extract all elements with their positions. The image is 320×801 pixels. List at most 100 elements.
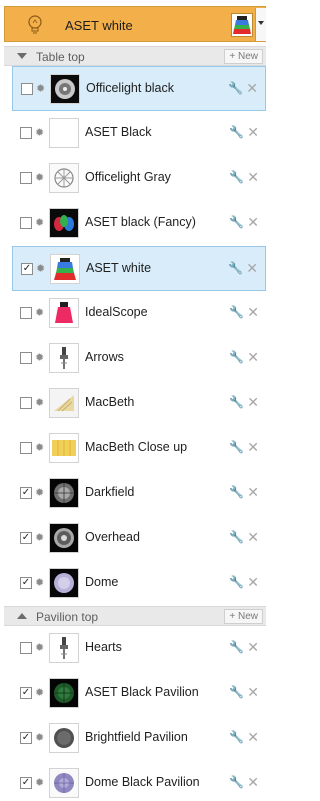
wrench-icon[interactable]: 🔧 xyxy=(229,170,244,184)
section-pavilion-top[interactable]: Pavilion top + New xyxy=(4,606,266,626)
pin-icon[interactable]: ✹ xyxy=(35,641,44,654)
wrench-icon[interactable]: 🔧 xyxy=(229,775,244,789)
pin-icon[interactable]: ✹ xyxy=(35,486,44,499)
pin-icon[interactable]: ✹ xyxy=(35,686,44,699)
close-icon[interactable]: ✕ xyxy=(247,394,259,411)
wrench-icon[interactable]: 🔧 xyxy=(229,440,244,454)
close-icon[interactable]: ✕ xyxy=(247,304,259,321)
list-item[interactable]: ✹ ASET Black 🔧 ✕ xyxy=(12,111,266,156)
row-checkbox[interactable] xyxy=(20,307,32,319)
close-icon[interactable]: ✕ xyxy=(246,80,258,97)
expand-chevron-icon xyxy=(17,613,27,619)
item-label: ASET Black xyxy=(85,125,152,139)
close-icon[interactable]: ✕ xyxy=(247,439,259,456)
close-icon[interactable]: ✕ xyxy=(247,729,259,746)
pin-icon[interactable]: ✹ xyxy=(35,731,44,744)
list-item[interactable]: ✓ ✹ ASET white 🔧 ✕ xyxy=(12,246,266,291)
row-checkbox[interactable]: ✓ xyxy=(20,777,32,789)
item-label: ASET white xyxy=(86,261,152,275)
close-icon[interactable]: ✕ xyxy=(247,349,259,366)
new-table-top-button[interactable]: + New xyxy=(224,49,263,64)
close-icon[interactable]: ✕ xyxy=(246,260,258,277)
wrench-icon[interactable]: 🔧 xyxy=(229,640,244,654)
pin-icon[interactable]: ✹ xyxy=(35,576,44,589)
wrench-icon[interactable]: 🔧 xyxy=(228,81,243,95)
wrench-icon[interactable]: 🔧 xyxy=(229,685,244,699)
pin-icon[interactable]: ✹ xyxy=(36,262,45,275)
pin-icon[interactable]: ✹ xyxy=(35,441,44,454)
dome-thumbnail xyxy=(49,568,79,598)
close-icon[interactable]: ✕ xyxy=(247,169,259,186)
row-checkbox[interactable]: ✓ xyxy=(20,532,32,544)
row-checkbox[interactable] xyxy=(20,172,32,184)
item-label: Brightfield Pavilion xyxy=(85,730,188,744)
row-checkbox[interactable] xyxy=(21,83,33,95)
chevron-down-icon[interactable] xyxy=(255,8,266,41)
close-icon[interactable]: ✕ xyxy=(247,214,259,231)
pin-icon[interactable]: ✹ xyxy=(35,396,44,409)
wrench-icon[interactable]: 🔧 xyxy=(229,485,244,499)
row-checkbox[interactable] xyxy=(20,442,32,454)
list-item[interactable]: ✓ ✹ ASET Black Pavilion 🔧 ✕ xyxy=(12,671,266,716)
list-item[interactable]: ✓ ✹ Dome 🔧 ✕ xyxy=(12,561,266,606)
list-item[interactable]: ✹ MacBeth 🔧 ✕ xyxy=(12,381,266,426)
section-table-top[interactable]: Table top + New xyxy=(4,46,266,66)
row-checkbox[interactable]: ✓ xyxy=(20,487,32,499)
macbeth-close-up-thumbnail xyxy=(49,433,79,463)
list-item[interactable]: ✹ Hearts 🔧 ✕ xyxy=(12,626,266,671)
list-item[interactable]: ✓ ✹ Overhead 🔧 ✕ xyxy=(12,516,266,561)
aset-fancy-thumbnail xyxy=(49,208,79,238)
new-pavilion-top-button[interactable]: + New xyxy=(224,609,263,624)
wrench-icon[interactable]: 🔧 xyxy=(229,350,244,364)
pin-icon[interactable]: ✹ xyxy=(35,531,44,544)
wrench-icon[interactable]: 🔧 xyxy=(229,215,244,229)
list-item[interactable]: ✹ IdealScope 🔧 ✕ xyxy=(12,291,266,336)
row-checkbox[interactable]: ✓ xyxy=(21,263,33,275)
pin-icon[interactable]: ✹ xyxy=(36,82,45,95)
row-checkbox[interactable]: ✓ xyxy=(20,687,32,699)
row-checkbox[interactable] xyxy=(20,127,32,139)
row-checkbox[interactable] xyxy=(20,397,32,409)
row-checkbox[interactable] xyxy=(20,642,32,654)
row-checkbox[interactable] xyxy=(20,217,32,229)
current-lighting-title: ASET white xyxy=(65,18,133,33)
pin-icon[interactable]: ✹ xyxy=(35,126,44,139)
wrench-icon[interactable]: 🔧 xyxy=(229,395,244,409)
current-lighting-dropdown[interactable]: ASET white xyxy=(4,6,266,42)
pin-icon[interactable]: ✹ xyxy=(35,306,44,319)
close-icon[interactable]: ✕ xyxy=(247,574,259,591)
pin-icon[interactable]: ✹ xyxy=(35,216,44,229)
row-checkbox[interactable]: ✓ xyxy=(20,577,32,589)
close-icon[interactable]: ✕ xyxy=(247,684,259,701)
row-checkbox[interactable]: ✓ xyxy=(20,732,32,744)
close-icon[interactable]: ✕ xyxy=(247,774,259,791)
idealscope-thumbnail xyxy=(49,298,79,328)
close-icon[interactable]: ✕ xyxy=(247,484,259,501)
close-icon[interactable]: ✕ xyxy=(247,639,259,656)
wrench-icon[interactable]: 🔧 xyxy=(228,261,243,275)
collapse-chevron-icon xyxy=(17,53,27,59)
list-item[interactable]: ✹ Officelight Gray 🔧 ✕ xyxy=(12,156,266,201)
list-item[interactable]: ✓ ✹ Dome Black Pavilion 🔧 ✕ xyxy=(12,761,266,801)
list-item[interactable]: ✹ Arrows 🔧 ✕ xyxy=(12,336,266,381)
wrench-icon[interactable]: 🔧 xyxy=(229,125,244,139)
pin-icon[interactable]: ✹ xyxy=(35,776,44,789)
list-item[interactable]: ✹ MacBeth Close up 🔧 ✕ xyxy=(12,426,266,471)
item-label: MacBeth xyxy=(85,395,135,409)
close-icon[interactable]: ✕ xyxy=(247,529,259,546)
list-item[interactable]: ✓ ✹ Brightfield Pavilion 🔧 ✕ xyxy=(12,716,266,761)
pin-icon[interactable]: ✹ xyxy=(35,171,44,184)
aset-black-thumbnail xyxy=(49,118,79,148)
pin-icon[interactable]: ✹ xyxy=(35,351,44,364)
list-item[interactable]: ✹ ASET black (Fancy) 🔧 ✕ xyxy=(12,201,266,246)
wrench-icon[interactable]: 🔧 xyxy=(229,730,244,744)
row-checkbox[interactable] xyxy=(20,352,32,364)
darkfield-thumbnail xyxy=(49,478,79,508)
wrench-icon[interactable]: 🔧 xyxy=(229,575,244,589)
close-icon[interactable]: ✕ xyxy=(247,124,259,141)
section-label: Pavilion top xyxy=(36,610,99,624)
list-item[interactable]: ✹ Officelight black 🔧 ✕ xyxy=(12,66,266,111)
wrench-icon[interactable]: 🔧 xyxy=(229,305,244,319)
wrench-icon[interactable]: 🔧 xyxy=(229,530,244,544)
list-item[interactable]: ✓ ✹ Darkfield 🔧 ✕ xyxy=(12,471,266,516)
